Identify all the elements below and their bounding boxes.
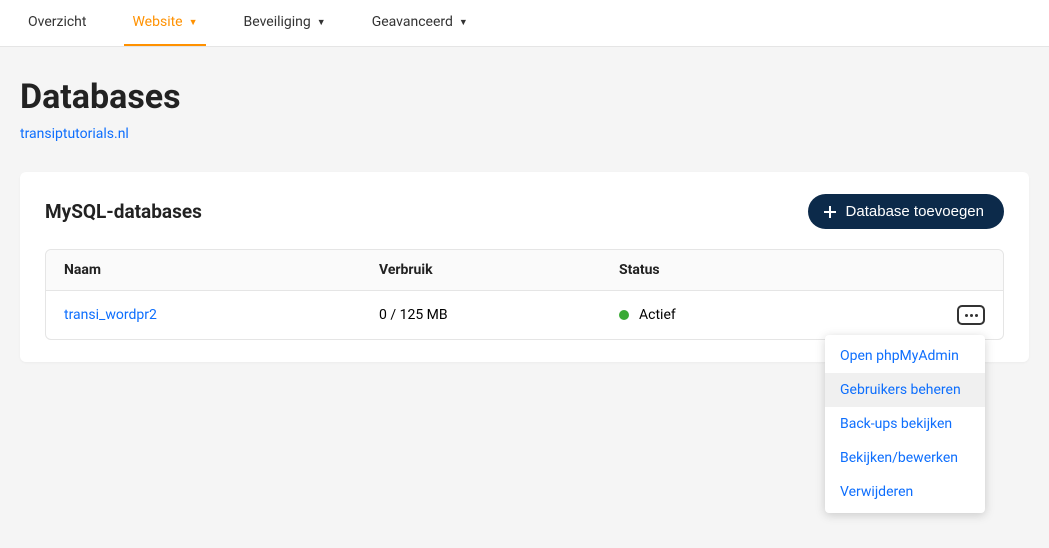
page-title: Databases	[20, 77, 1029, 117]
dropdown-open-phpmyadmin[interactable]: Open phpMyAdmin	[825, 339, 985, 373]
tab-label: Overzicht	[28, 14, 86, 30]
table-row: transi_wordpr2 0 / 125 MB Actief Open ph…	[46, 291, 1003, 339]
dots-icon	[970, 314, 973, 317]
domain-link[interactable]: transiptutorials.nl	[20, 126, 129, 142]
dropdown-backups-bekijken[interactable]: Back-ups bekijken	[825, 407, 985, 441]
dropdown-bekijken-bewerken[interactable]: Bekijken/bewerken	[825, 441, 985, 475]
table-header: Naam Verbruik Status	[46, 250, 1003, 291]
card-title: MySQL-databases	[45, 200, 202, 223]
status-text: Actief	[639, 307, 676, 323]
chevron-down-icon: ▼	[317, 17, 326, 28]
add-button-label: Database toevoegen	[846, 203, 984, 220]
column-header-status: Status	[619, 262, 945, 278]
tab-label: Website	[132, 14, 182, 30]
databases-card: MySQL-databases Database toevoegen Naam …	[20, 172, 1029, 362]
card-header: MySQL-databases Database toevoegen	[45, 194, 1004, 229]
plus-icon	[822, 204, 838, 220]
tab-website[interactable]: Website ▼	[124, 0, 205, 46]
add-database-button[interactable]: Database toevoegen	[808, 194, 1004, 229]
more-actions-button[interactable]	[957, 305, 985, 325]
top-tabs: Overzicht Website ▼ Beveiliging ▼ Geavan…	[0, 0, 1049, 47]
tab-overzicht[interactable]: Overzicht	[20, 0, 94, 46]
tab-label: Beveiliging	[244, 14, 311, 30]
usage-value: 0 / 125 MB	[379, 307, 619, 323]
database-name-link[interactable]: transi_wordpr2	[64, 307, 157, 323]
status-indicator-icon	[619, 310, 629, 320]
tab-beveiliging[interactable]: Beveiliging ▼	[236, 0, 334, 46]
tab-geavanceerd[interactable]: Geavanceerd ▼	[364, 0, 476, 46]
page-content: Databases transiptutorials.nl MySQL-data…	[0, 47, 1049, 392]
dots-icon	[965, 314, 968, 317]
column-header-usage: Verbruik	[379, 262, 619, 278]
databases-table: Naam Verbruik Status transi_wordpr2 0 / …	[45, 249, 1004, 340]
dots-icon	[975, 314, 978, 317]
dropdown-verwijderen[interactable]: Verwijderen	[825, 475, 985, 509]
column-header-name: Naam	[64, 262, 379, 278]
row-actions-dropdown: Open phpMyAdmin Gebruikers beheren Back-…	[825, 335, 985, 513]
chevron-down-icon: ▼	[459, 17, 468, 28]
column-header-actions	[945, 262, 985, 278]
chevron-down-icon: ▼	[189, 17, 198, 28]
dropdown-gebruikers-beheren[interactable]: Gebruikers beheren	[825, 373, 985, 407]
tab-label: Geavanceerd	[372, 14, 453, 30]
